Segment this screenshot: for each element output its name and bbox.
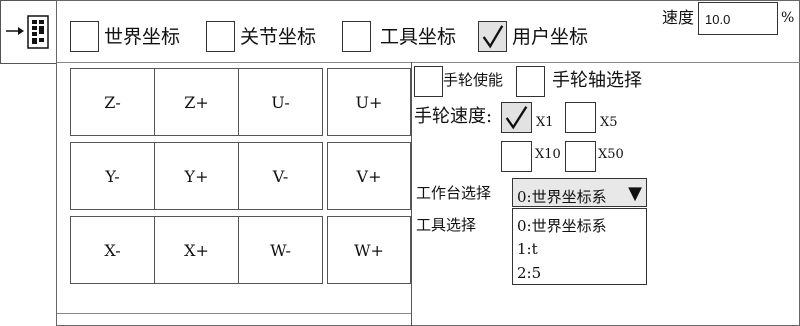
jog-u-plus-button[interactable]: U+ bbox=[327, 68, 411, 136]
jog-x-minus-button[interactable]: X- bbox=[70, 216, 155, 284]
coord-user-label: 用户坐标 bbox=[512, 26, 589, 48]
jog-w-plus-button[interactable]: W+ bbox=[327, 216, 411, 284]
jog-u-minus-button[interactable]: U- bbox=[238, 68, 323, 136]
handwheel-axis-select-checkbox[interactable] bbox=[516, 66, 545, 97]
check-icon bbox=[482, 25, 504, 49]
handwheel-x10-checkbox[interactable] bbox=[501, 141, 532, 172]
table-select-label: 工作台选择 bbox=[416, 184, 492, 202]
handwheel-x5-label: X5 bbox=[600, 115, 618, 130]
handwheel-x1-checkbox[interactable] bbox=[501, 102, 532, 133]
coord-joint-label: 关节坐标 bbox=[240, 26, 317, 48]
check-icon bbox=[505, 106, 528, 130]
handwheel-speed-label: 手轮速度: bbox=[414, 106, 493, 127]
tool-select-label: 工具选择 bbox=[416, 216, 477, 234]
coord-tool-label: 工具坐标 bbox=[380, 26, 457, 48]
jog-z-plus-button[interactable]: Z+ bbox=[154, 68, 239, 136]
horizontal-divider bbox=[57, 62, 800, 63]
handwheel-x10-label: X10 bbox=[535, 147, 561, 162]
coord-world-checkbox[interactable] bbox=[70, 21, 99, 52]
handwheel-enable-checkbox[interactable] bbox=[414, 66, 443, 97]
speed-input[interactable]: 10.0 bbox=[698, 2, 778, 35]
arrow-right-icon bbox=[6, 27, 24, 35]
tool-option-2[interactable]: 2:5 bbox=[517, 266, 541, 281]
jog-v-minus-button[interactable]: V- bbox=[238, 142, 323, 210]
jog-y-plus-button[interactable]: Y+ bbox=[154, 142, 239, 210]
speed-unit: % bbox=[781, 10, 795, 26]
jog-y-minus-button[interactable]: Y- bbox=[70, 142, 155, 210]
handwheel-axis-select-label: 手轮轴选择 bbox=[552, 70, 642, 91]
table-select-value: 0:世界坐标系 bbox=[517, 188, 607, 206]
handwheel-x5-checkbox[interactable] bbox=[565, 102, 596, 133]
jog-w-minus-button[interactable]: W- bbox=[238, 216, 323, 284]
handwheel-x1-label: X1 bbox=[536, 115, 554, 130]
coord-joint-checkbox[interactable] bbox=[206, 21, 235, 52]
jog-x-plus-button[interactable]: X+ bbox=[154, 216, 239, 284]
vertical-divider bbox=[411, 62, 412, 326]
left-section-bottom-line bbox=[57, 313, 411, 314]
handwheel-x50-checkbox[interactable] bbox=[565, 141, 596, 172]
jog-v-plus-button[interactable]: V+ bbox=[327, 142, 411, 210]
coord-user-checkbox[interactable] bbox=[478, 21, 507, 52]
coord-tool-checkbox[interactable] bbox=[342, 21, 371, 52]
speed-label: 速度 bbox=[662, 8, 695, 27]
left-toggle[interactable] bbox=[0, 0, 57, 64]
tool-select-list[interactable]: 0:世界坐标系 1:t 2:5 bbox=[512, 208, 647, 285]
table-select-dropdown[interactable]: 0:世界坐标系 ▼ bbox=[512, 178, 647, 207]
grid-icon bbox=[27, 15, 49, 49]
coord-world-label: 世界坐标 bbox=[104, 26, 181, 48]
handwheel-x50-label: X50 bbox=[598, 147, 624, 162]
chevron-down-icon: ▼ bbox=[628, 183, 642, 204]
jog-z-minus-button[interactable]: Z- bbox=[70, 68, 155, 136]
speed-value: 10.0 bbox=[705, 12, 731, 27]
handwheel-enable-label: 手轮使能 bbox=[443, 71, 504, 89]
tool-option-1[interactable]: 1:t bbox=[517, 242, 538, 257]
tool-option-0[interactable]: 0:世界坐标系 bbox=[517, 219, 607, 234]
